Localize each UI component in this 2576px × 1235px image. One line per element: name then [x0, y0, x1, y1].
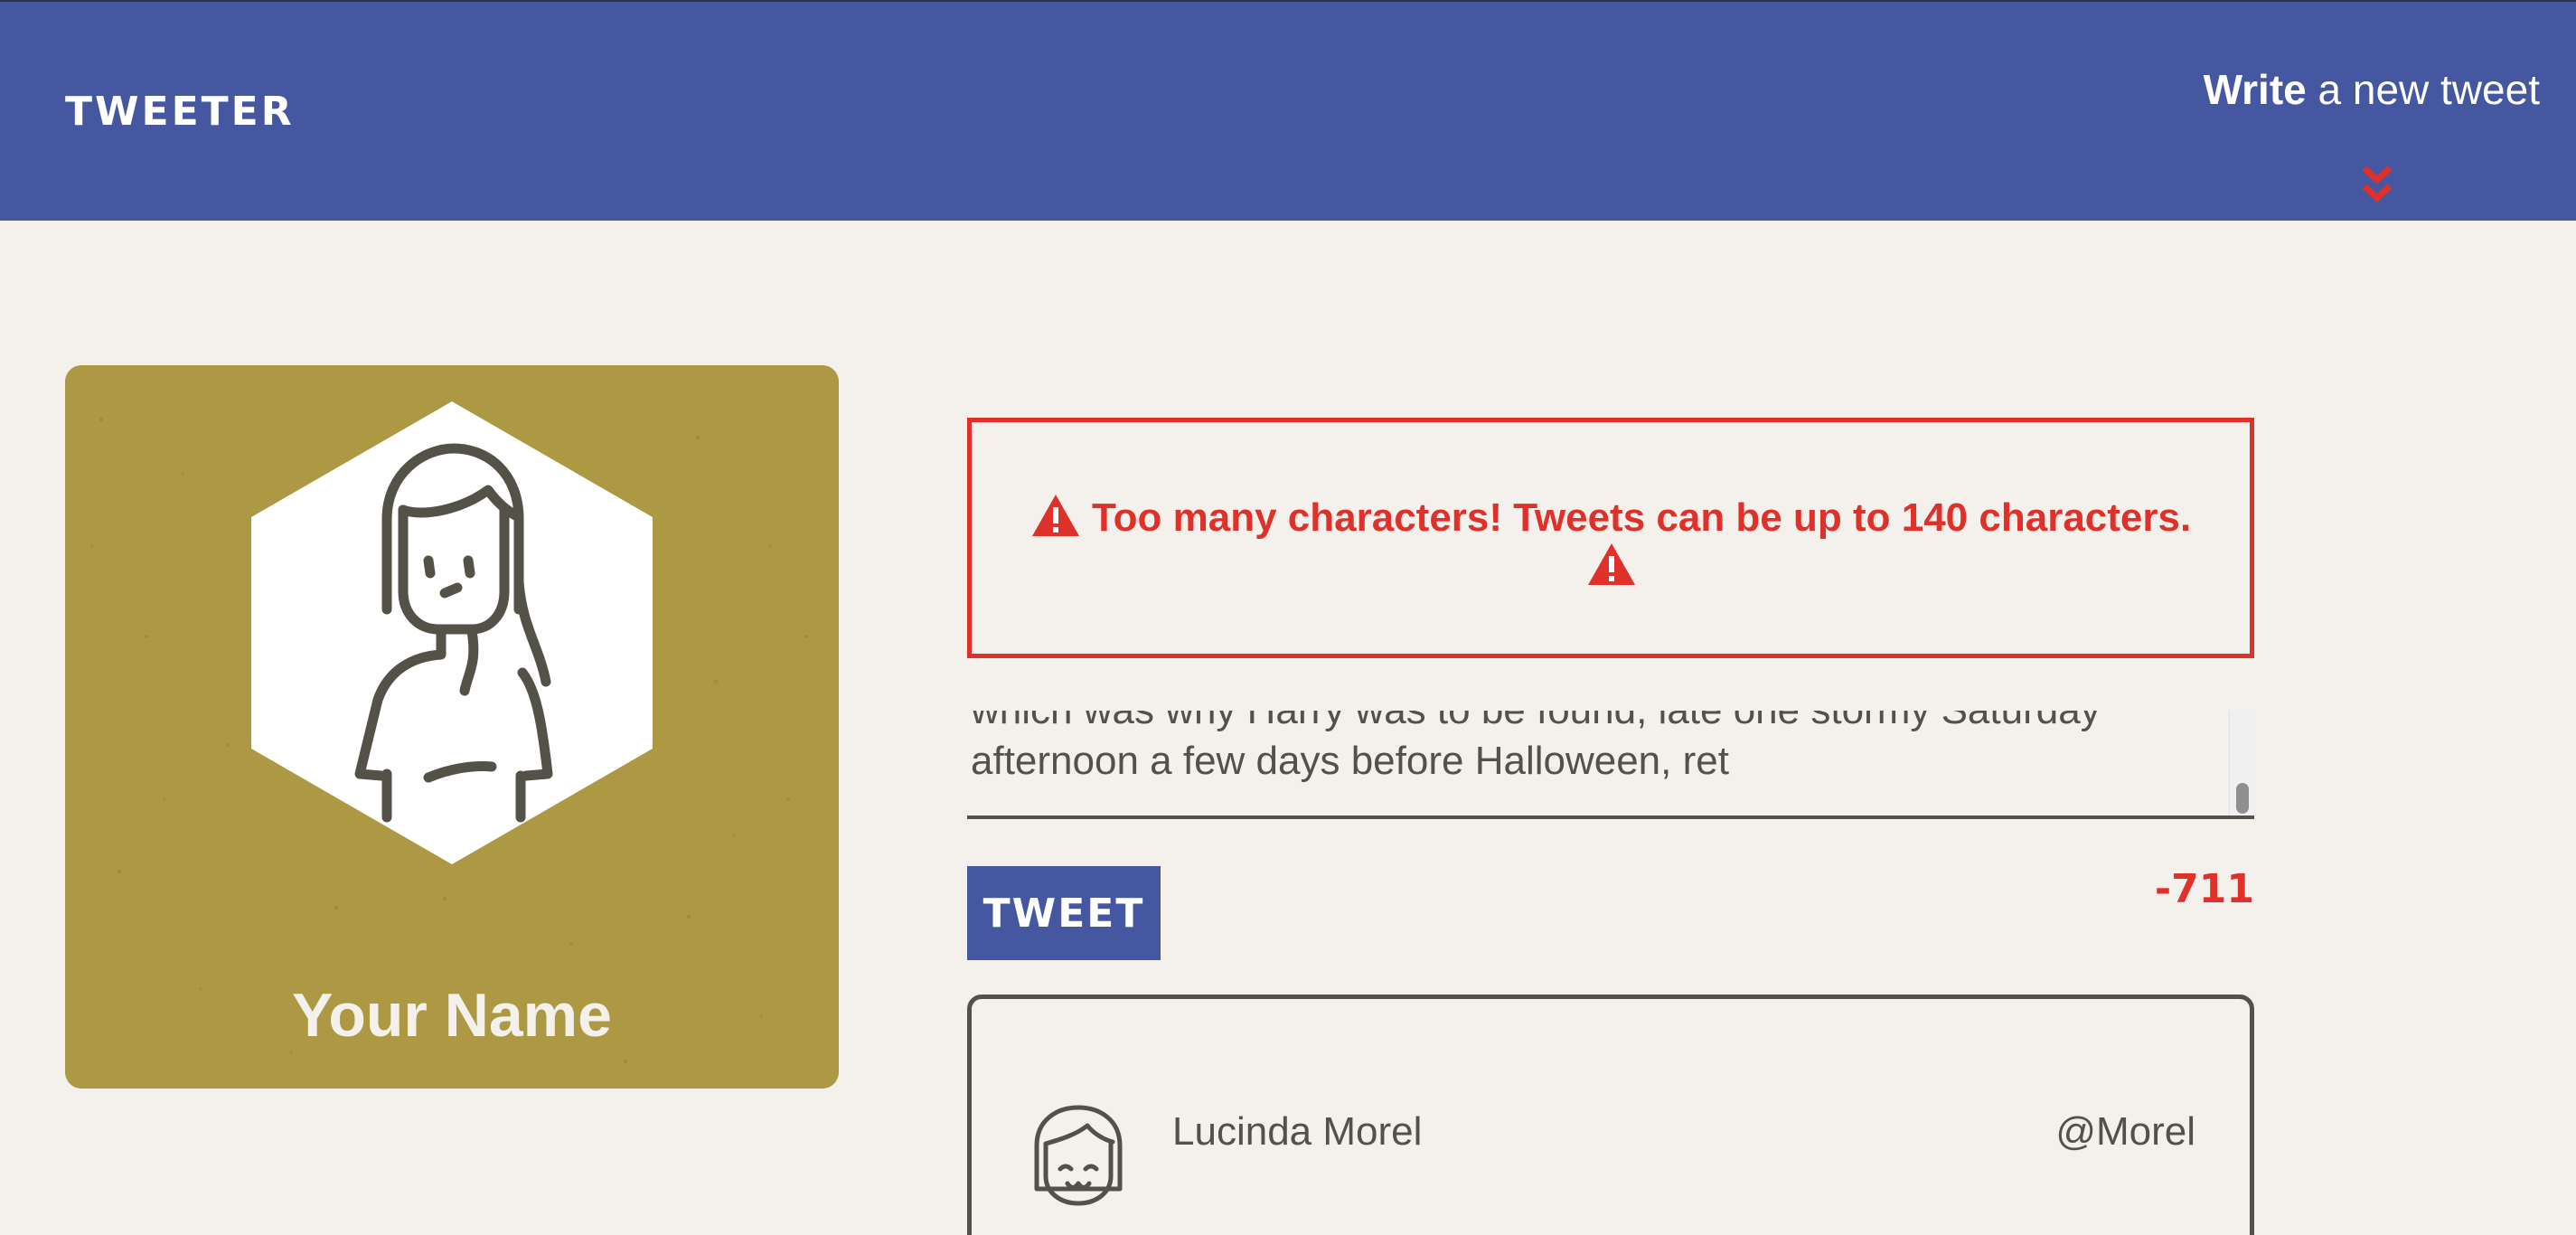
- character-counter: -711: [2154, 866, 2254, 912]
- compose-link-bold: Write: [2203, 66, 2307, 113]
- error-text: Too many characters! Tweets can be up to…: [1092, 495, 2192, 540]
- write-new-tweet-link[interactable]: Write a new tweet: [2204, 65, 2540, 114]
- tweet-textarea-value[interactable]: which was why Harry was to be found, lat…: [971, 711, 2209, 787]
- tweet-textarea[interactable]: which was why Harry was to be found, lat…: [967, 711, 2254, 819]
- textarea-scrollbar[interactable]: [2229, 711, 2254, 815]
- profile-card: Your Name: [65, 365, 839, 1089]
- warning-icon: [1588, 543, 1635, 585]
- top-nav: TWEETER Write a new tweet: [0, 0, 2576, 221]
- tweet-author-handle: @Morel: [2055, 1109, 2195, 1154]
- error-message-box: Too many characters! Tweets can be up to…: [967, 418, 2254, 658]
- warning-icon: [1031, 495, 1079, 536]
- profile-avatar: [251, 401, 653, 864]
- double-chevron-down-icon[interactable]: [2359, 165, 2395, 204]
- tweet-card: Lucinda Morel @Morel: [967, 995, 2254, 1235]
- compose-link-text: a new tweet: [2306, 66, 2541, 113]
- tweet-button[interactable]: TWEET: [967, 866, 1161, 960]
- error-line: Too many characters! Tweets can be up to…: [972, 493, 2250, 541]
- textarea-scrollbar-thumb[interactable]: [2236, 783, 2249, 814]
- tweet-author-name: Lucinda Morel: [1172, 1109, 1423, 1154]
- user-avatar-icon: [1034, 1105, 1123, 1206]
- profile-name: Your Name: [292, 981, 612, 1050]
- brand-logo[interactable]: TWEETER: [65, 89, 295, 135]
